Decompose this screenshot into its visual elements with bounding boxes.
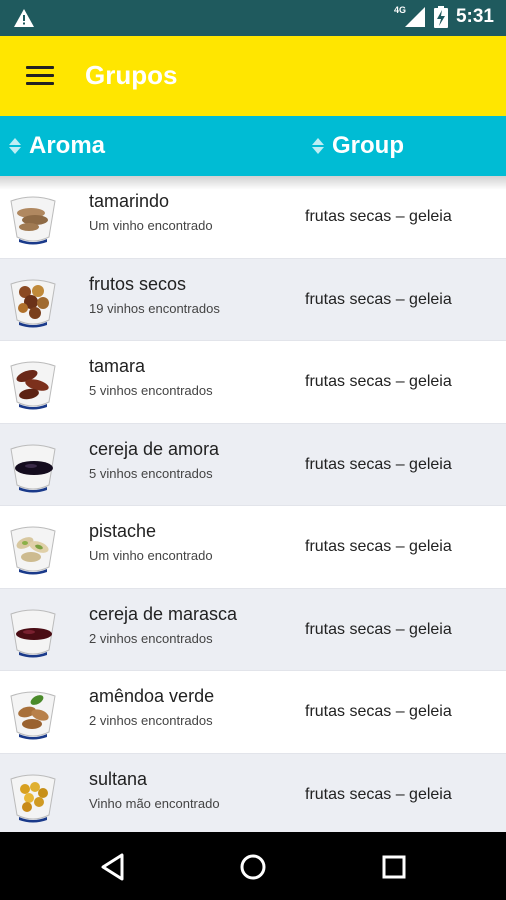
sort-icon	[312, 138, 324, 154]
list-item[interactable]: cereja de amora 5 vinhos encontrados fru…	[0, 423, 506, 506]
battery-charging-icon	[433, 6, 448, 28]
status-bar: 4G 5:31	[0, 0, 506, 36]
aroma-group: frutas secas – geleia	[305, 208, 452, 225]
column-header-group[interactable]: Group	[312, 132, 404, 160]
back-icon[interactable]	[96, 850, 130, 884]
column-header-label: Group	[332, 132, 404, 159]
signal-icon	[404, 7, 425, 27]
marasca-cherry-jam-icon	[10, 609, 56, 657]
wine-count: 5 vinhos encontrados	[89, 383, 213, 398]
dates-icon	[10, 361, 56, 410]
wine-count: Vinho mão encontrado	[89, 795, 220, 811]
wine-count: 5 vinhos encontrados	[89, 465, 213, 481]
aroma-name: tamarindo	[89, 191, 170, 211]
dried-fruits-icon	[10, 279, 56, 327]
blackberry-jam-icon	[10, 444, 56, 492]
list-item[interactable]: pistache Um vinho encontrado frutas seca…	[0, 506, 506, 589]
green-almond-icon	[10, 691, 56, 740]
column-header-aroma[interactable]: Aroma	[9, 132, 105, 160]
sort-icon	[9, 138, 21, 154]
aroma-group: frutas secas – geleia	[305, 620, 452, 638]
network-type: 4G	[393, 5, 406, 15]
aroma-name: pistache	[89, 521, 157, 541]
home-icon[interactable]	[236, 850, 270, 884]
hamburger-menu-icon[interactable]	[26, 66, 54, 86]
wine-count: 2 vinhos encontrados	[89, 630, 213, 646]
list-item[interactable]: sultana Vinho mão encontrado frutas seca…	[0, 753, 506, 832]
wine-count: 2 vinhos encontrados	[89, 713, 213, 728]
table-header: Aroma Group	[0, 116, 506, 176]
wine-count: Um vinho encontrado	[89, 548, 213, 563]
tamarind-icon	[10, 196, 56, 245]
list-item[interactable]: amêndoa verde 2 vinhos encontrados fruta…	[0, 671, 506, 754]
page-title: Grupos	[85, 60, 178, 90]
aroma-name: frutos secos	[89, 273, 187, 294]
aroma-name: cereja de marasca	[89, 603, 238, 624]
aroma-list: tamarindo Um vinho encontrado frutas sec…	[0, 176, 506, 832]
warning-icon	[14, 9, 34, 27]
sultana-icon	[10, 774, 56, 822]
aroma-name: amêndoa verde	[89, 686, 215, 706]
aroma-group: frutas secas – geleia	[305, 538, 452, 555]
aroma-group: frutas secas – geleia	[305, 785, 452, 803]
list-item[interactable]: tamarindo Um vinho encontrado frutas sec…	[0, 176, 506, 259]
recents-icon[interactable]	[377, 850, 411, 884]
list-item[interactable]: cereja de marasca 2 vinhos encontrados f…	[0, 588, 506, 671]
clock: 5:31	[455, 6, 494, 27]
aroma-group: frutas secas – geleia	[305, 703, 452, 720]
aroma-name: tamara	[89, 356, 146, 376]
wine-count: 19 vinhos encontrados	[89, 300, 220, 316]
navigation-bar	[0, 832, 506, 900]
aroma-group: frutas secas – geleia	[305, 455, 452, 473]
aroma-group: frutas secas – geleia	[305, 290, 452, 308]
list-item[interactable]: tamara 5 vinhos encontrados frutas secas…	[0, 341, 506, 424]
wine-count: Um vinho encontrado	[89, 218, 213, 233]
column-header-label: Aroma	[29, 132, 106, 159]
pistachio-icon	[10, 526, 56, 575]
app-bar: Grupos	[0, 36, 506, 116]
aroma-name: cereja de amora	[89, 438, 220, 459]
aroma-name: sultana	[89, 768, 148, 789]
list-item[interactable]: frutos secos 19 vinhos encontrados fruta…	[0, 258, 506, 341]
aroma-group: frutas secas – geleia	[305, 373, 452, 390]
